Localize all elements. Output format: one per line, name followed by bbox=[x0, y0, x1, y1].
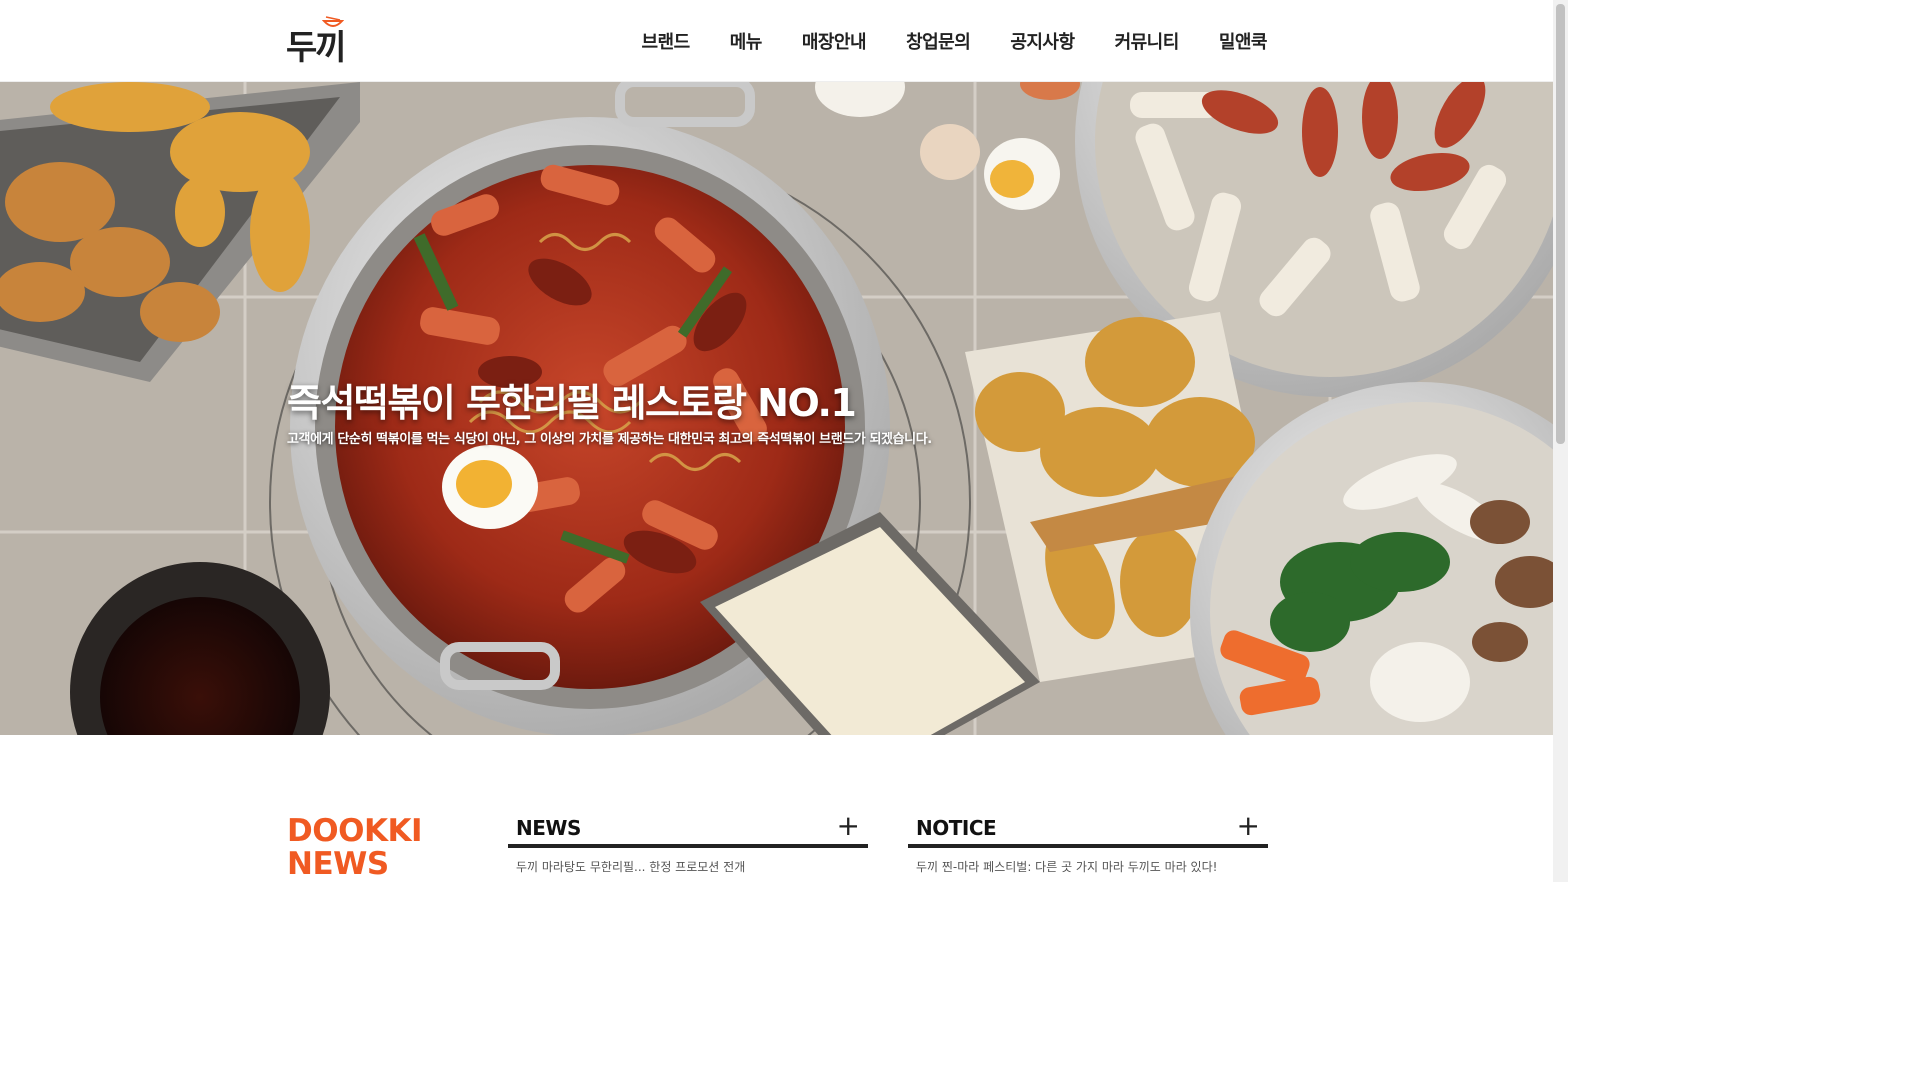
news-more-button[interactable]: + bbox=[837, 812, 860, 840]
notice-board-title: NOTICE bbox=[916, 816, 997, 840]
bowl-icon bbox=[322, 16, 344, 27]
news-heading-line2: NEWS bbox=[287, 846, 389, 882]
news-board: NEWS + 두끼 마라탕도 무한리필... 한정 프로모션 전개 bbox=[508, 808, 868, 875]
hero-banner: 즉석떡볶이 무한리필 레스토랑 NO.1 고객에게 단순히 떡볶이를 먹는 식당… bbox=[0, 82, 1553, 735]
news-board-header: NEWS + bbox=[508, 808, 868, 848]
nav-item-stores[interactable]: 매장안내 bbox=[782, 28, 886, 54]
nav-item-community[interactable]: 커뮤니티 bbox=[1095, 28, 1199, 54]
hero-title: 즉석떡볶이 무한리필 레스토랑 NO.1 bbox=[287, 381, 857, 425]
notice-more-button[interactable]: + bbox=[1237, 812, 1260, 840]
news-list-item[interactable]: 두끼 마라탕도 무한리필... 한정 프로모션 전개 bbox=[508, 858, 868, 875]
hero-subtitle: 고객에게 단순히 떡볶이를 먹는 식당이 아닌, 그 이상의 가치를 제공하는 … bbox=[287, 432, 932, 447]
news-section-heading: DOOKKI NEWS bbox=[287, 813, 423, 882]
nav-item-franchise[interactable]: 창업문의 bbox=[886, 28, 990, 54]
nav-item-notice[interactable]: 공지사항 bbox=[990, 28, 1094, 54]
notice-list-item[interactable]: 두끼 찐-마라 페스티벌: 다른 곳 가지 마라 두끼도 마라 있다! bbox=[908, 858, 1268, 875]
nav-item-meal-n-cook[interactable]: 밀앤쿡 bbox=[1199, 28, 1268, 54]
notice-board-header: NOTICE + bbox=[908, 808, 1268, 848]
main-nav: 브랜드 메뉴 매장안내 창업문의 공지사항 커뮤니티 밀앤쿡 bbox=[622, 0, 1268, 82]
news-heading-line1: DOOKKI bbox=[287, 813, 423, 849]
page-scrollbar[interactable] bbox=[1553, 0, 1568, 882]
nav-item-brand[interactable]: 브랜드 bbox=[622, 28, 710, 54]
scrollbar-thumb[interactable] bbox=[1556, 4, 1565, 444]
logo[interactable]: 두끼 bbox=[286, 16, 348, 68]
site-header: 두끼 브랜드 메뉴 매장안내 창업문의 공지사항 커뮤니티 밀앤쿡 bbox=[0, 0, 1553, 82]
nav-item-menu[interactable]: 메뉴 bbox=[710, 28, 782, 54]
notice-board: NOTICE + 두끼 찐-마라 페스티벌: 다른 곳 가지 마라 두끼도 마라… bbox=[908, 808, 1268, 875]
news-board-title: NEWS bbox=[516, 816, 581, 840]
